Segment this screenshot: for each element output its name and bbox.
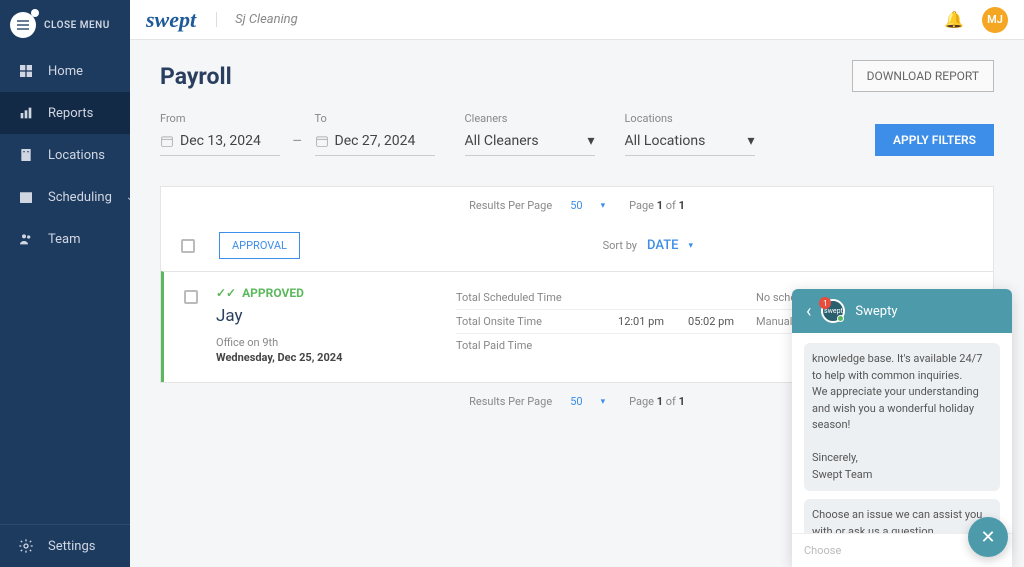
company-name: Sj Cleaning bbox=[216, 12, 298, 27]
onsite-end: 05:02 pm bbox=[676, 315, 746, 328]
locations-filter[interactable]: Locations All Locations ▾ bbox=[625, 112, 755, 156]
cleaners-filter[interactable]: Cleaners All Cleaners ▾ bbox=[465, 112, 595, 156]
per-page-value[interactable]: 50 bbox=[570, 199, 582, 212]
sidebar-item-reports[interactable]: Reports bbox=[0, 92, 130, 134]
calendar-icon bbox=[160, 134, 174, 148]
from-date-value: Dec 13, 2024 bbox=[180, 133, 261, 149]
logo: swept bbox=[146, 7, 196, 33]
pager-prev-icon[interactable]: ▾ bbox=[601, 201, 606, 211]
scheduled-time-label: Total Scheduled Time bbox=[456, 291, 606, 304]
filter-label: Locations bbox=[625, 112, 755, 125]
chat-title: Swepty bbox=[855, 304, 897, 319]
sidebar-item-label: Reports bbox=[48, 106, 93, 121]
filter-label: From bbox=[160, 112, 280, 125]
chevron-down-icon: ▾ bbox=[747, 133, 754, 149]
chat-message: knowledge base. It's available 24/7 to h… bbox=[804, 343, 1000, 491]
onsite-time-label: Total Onsite Time bbox=[456, 315, 606, 328]
building-icon bbox=[18, 147, 34, 163]
sort-by-value: DATE bbox=[647, 238, 678, 253]
close-menu-label: CLOSE MENU bbox=[44, 20, 110, 31]
sidebar-item-label: Locations bbox=[48, 148, 105, 163]
chat-avatar: 1 swept bbox=[821, 299, 845, 323]
date-range-dash: – bbox=[292, 131, 303, 156]
chat-close-button[interactable]: ✕ bbox=[968, 517, 1008, 557]
page-indicator: Page 1 of 1 bbox=[629, 395, 685, 408]
sort-by-label: Sort by bbox=[603, 239, 637, 252]
onsite-start: 12:01 pm bbox=[606, 315, 676, 328]
page-indicator: Page 1 of 1 bbox=[629, 199, 685, 212]
to-date-value: Dec 27, 2024 bbox=[335, 133, 416, 149]
chevron-down-icon: ▾ bbox=[587, 133, 594, 149]
menu-icon bbox=[10, 12, 36, 38]
header: swept Sj Cleaning 🔔 MJ bbox=[130, 0, 1024, 40]
sidebar-item-team[interactable]: Team bbox=[0, 218, 130, 260]
sidebar-item-label: Team bbox=[48, 232, 81, 247]
sidebar-item-home[interactable]: Home bbox=[0, 50, 130, 92]
apply-filters-button[interactable]: APPLY FILTERS bbox=[875, 124, 994, 156]
per-page-value[interactable]: 50 bbox=[570, 395, 582, 408]
select-all-checkbox[interactable] bbox=[181, 239, 195, 253]
status-dot-icon bbox=[837, 315, 844, 322]
cleaners-value: All Cleaners bbox=[465, 133, 539, 149]
sidebar-item-label: Home bbox=[48, 64, 83, 79]
pager-prev-icon[interactable]: ▾ bbox=[601, 397, 606, 407]
sidebar-item-locations[interactable]: Locations bbox=[0, 134, 130, 176]
results-per-page-label: Results Per Page bbox=[469, 395, 552, 408]
pager-top: Results Per Page 50 ▾ Page 1 of 1 bbox=[161, 187, 993, 224]
entry-checkbox[interactable] bbox=[184, 290, 198, 304]
sidebar-item-scheduling[interactable]: Scheduling ⌄ bbox=[0, 176, 130, 218]
chat-input-placeholder[interactable]: Choose bbox=[804, 544, 841, 557]
to-date-filter[interactable]: To Dec 27, 2024 bbox=[315, 112, 435, 156]
gear-icon bbox=[18, 538, 34, 554]
status-badge: ✓✓ APPROVED bbox=[216, 286, 456, 300]
table-controls: APPROVAL Sort by DATE ▾ bbox=[161, 224, 993, 271]
chat-back-button[interactable]: ‹ bbox=[806, 301, 811, 322]
chat-body: knowledge base. It's available 24/7 to h… bbox=[792, 333, 1012, 533]
chat-header: ‹ 1 swept Swepty bbox=[792, 289, 1012, 333]
avatar[interactable]: MJ bbox=[982, 7, 1008, 33]
calendar-icon bbox=[315, 134, 329, 148]
approval-button[interactable]: APPROVAL bbox=[219, 232, 300, 259]
download-report-button[interactable]: DOWNLOAD REPORT bbox=[852, 60, 994, 92]
sort-by-control[interactable]: Sort by DATE ▾ bbox=[603, 238, 693, 253]
sidebar-item-settings[interactable]: Settings bbox=[0, 524, 130, 567]
sidebar-item-label: Scheduling bbox=[48, 190, 112, 205]
entry-location: Office on 9th bbox=[216, 336, 456, 349]
sidebar-item-label: Settings bbox=[48, 539, 95, 554]
from-date-filter[interactable]: From Dec 13, 2024 bbox=[160, 112, 280, 156]
paid-time-label: Total Paid Time bbox=[456, 339, 606, 352]
close-menu-button[interactable]: CLOSE MENU bbox=[0, 0, 130, 50]
chart-icon bbox=[18, 105, 34, 121]
check-icon: ✓✓ bbox=[216, 286, 236, 300]
locations-value: All Locations bbox=[625, 133, 706, 149]
page-title: Payroll bbox=[160, 63, 232, 90]
entry-date: Wednesday, Dec 25, 2024 bbox=[216, 351, 456, 364]
team-icon bbox=[18, 231, 34, 247]
results-per-page-label: Results Per Page bbox=[469, 199, 552, 212]
filter-label: To bbox=[315, 112, 435, 125]
filter-bar: From Dec 13, 2024 – To Dec 27, 2024 Clea… bbox=[160, 112, 994, 156]
onsite-type: Manual bbox=[756, 315, 792, 328]
calendar-icon bbox=[18, 189, 34, 205]
chevron-down-icon: ▾ bbox=[688, 241, 693, 251]
dashboard-icon bbox=[18, 63, 34, 79]
entry-name: Jay bbox=[216, 306, 456, 326]
sidebar: CLOSE MENU Home Reports Locations Schedu… bbox=[0, 0, 130, 567]
filter-label: Cleaners bbox=[465, 112, 595, 125]
bell-icon[interactable]: 🔔 bbox=[944, 10, 964, 29]
